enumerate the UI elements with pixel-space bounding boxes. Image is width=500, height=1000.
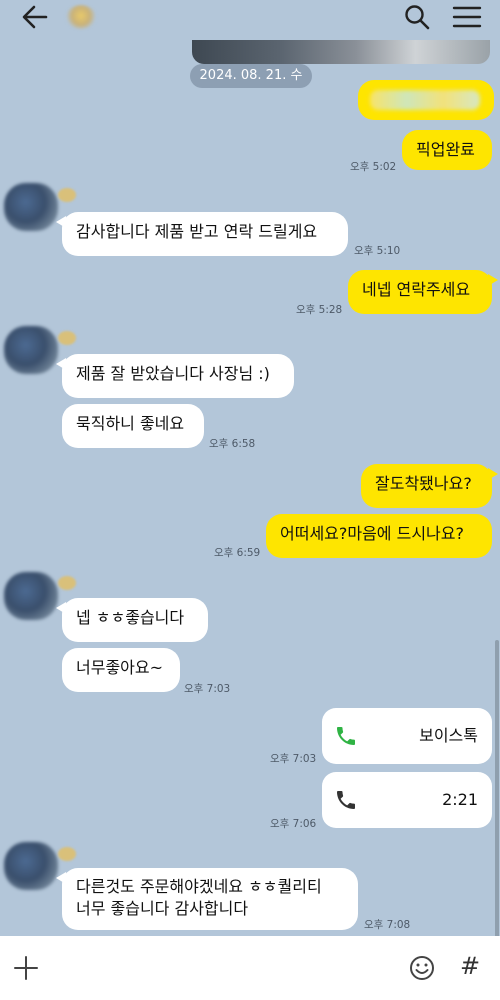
- menu-icon[interactable]: [450, 2, 484, 32]
- sender-avatar[interactable]: [4, 572, 58, 620]
- hash-icon[interactable]: #: [456, 950, 484, 982]
- plus-icon[interactable]: [12, 954, 40, 982]
- sender-avatar[interactable]: [4, 326, 58, 374]
- message-bubble-sent[interactable]: 잘도착됐나요?: [361, 464, 498, 508]
- sender-avatar[interactable]: [4, 842, 58, 890]
- message-time: 오후 6:58: [209, 438, 256, 450]
- avatar-badge: [58, 847, 76, 861]
- call-duration-card[interactable]: 2:21: [322, 772, 492, 828]
- message-time: 오후 6:59: [214, 547, 261, 559]
- message-time: 오후 7:06: [270, 818, 317, 830]
- call-duration: 2:21: [442, 790, 478, 809]
- redacted-message-bubble[interactable]: [358, 80, 494, 120]
- phone-icon: [337, 727, 355, 745]
- message-time: 오후 5:28: [296, 304, 343, 316]
- message-bubble-received[interactable]: 넵 ㅎㅎ좋습니다: [56, 598, 208, 642]
- message-time: 오후 7:08: [364, 919, 411, 931]
- scrollbar[interactable]: [495, 640, 499, 940]
- message-bubble-received[interactable]: 다른것도 주문해야겠네요 ㅎㅎ퀄리티 너무 좋습니다 감사합니다: [56, 868, 358, 930]
- emoji-icon[interactable]: [408, 954, 436, 982]
- back-arrow-icon[interactable]: [18, 2, 52, 32]
- message-bubble-received[interactable]: 묵직하니 좋네요: [62, 404, 204, 448]
- call-label: 보이스톡: [419, 726, 478, 745]
- date-divider: 2024. 08. 21. 수: [190, 64, 312, 88]
- message-time: 오후 5:02: [350, 161, 397, 173]
- sender-avatar[interactable]: [4, 183, 58, 231]
- message-time: 오후 7:03: [270, 753, 317, 765]
- message-bubble-sent[interactable]: 픽업완료: [402, 130, 492, 170]
- shared-photo-preview[interactable]: [192, 40, 490, 64]
- message-bubble-received[interactable]: 제품 잘 받았습니다 사장님 :): [56, 354, 294, 398]
- message-bubble-sent[interactable]: 네넵 연락주세요: [348, 270, 498, 314]
- phone-icon: [337, 791, 355, 809]
- message-bubble-sent[interactable]: 어떠세요?마음에 드시나요?: [266, 514, 492, 558]
- message-input-bar[interactable]: #: [0, 936, 500, 1000]
- chat-partner-avatar[interactable]: [66, 5, 96, 29]
- message-bubble-received[interactable]: 너무좋아요~: [62, 648, 180, 692]
- search-icon[interactable]: [402, 2, 432, 32]
- avatar-badge: [58, 331, 76, 345]
- redaction-blur: [370, 90, 480, 110]
- message-bubble-received[interactable]: 감사합니다 제품 받고 연락 드릴게요: [56, 212, 348, 256]
- message-line: 너무 좋습니다 감사합니다: [76, 899, 249, 918]
- voice-talk-card[interactable]: 보이스톡: [322, 708, 492, 764]
- message-line: 다른것도 주문해야겠네요 ㅎㅎ퀄리티: [76, 877, 322, 896]
- message-time: 오후 5:10: [354, 245, 401, 257]
- chat-header: [0, 0, 500, 40]
- avatar-badge: [58, 188, 76, 202]
- message-time: 오후 7:03: [184, 683, 231, 695]
- avatar-badge: [58, 576, 76, 590]
